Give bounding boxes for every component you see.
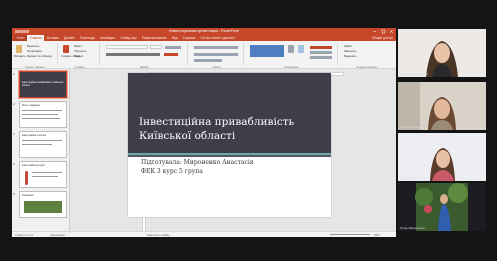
language-indicator[interactable]: украинский (50, 233, 65, 237)
cut-button[interactable]: Вырезать (27, 44, 39, 48)
participant-photo (398, 133, 486, 181)
font-size-select[interactable] (150, 45, 162, 49)
participant-name: Оксана Ковальчук (400, 125, 424, 129)
thumb-number: 5 (13, 192, 15, 196)
accent-stripe (128, 155, 331, 157)
thumb-title: Мета і завдання (22, 104, 40, 107)
zoom-slider[interactable] (330, 234, 370, 235)
find-button[interactable]: Найти (344, 44, 352, 48)
new-slide-icon[interactable] (63, 45, 69, 53)
layout-button[interactable]: Макет (74, 44, 82, 48)
quick-styles-icon[interactable] (298, 45, 304, 53)
shape-effects-button[interactable] (310, 56, 332, 59)
participant-photo (398, 82, 486, 130)
thumb-number: 1 (13, 72, 15, 76)
participant-video[interactable]: Мироненко Анастасія (398, 29, 486, 77)
zoom-level[interactable]: 93% (374, 233, 380, 237)
thumb-title: Інвестиційні ресурси (22, 164, 45, 167)
shape-outline-button[interactable] (310, 51, 332, 54)
format-painter-button[interactable]: Формат по образцу (27, 54, 52, 58)
meeting-window: Инвестиционная презентация - PowerPoint … (0, 0, 497, 261)
editing-group: Найти Заменить Выделить Редактирование (340, 43, 394, 69)
subtitle-line: ФЕК 3 курс 5 група (141, 168, 203, 175)
notes-button[interactable]: Заметки к слайду (147, 233, 170, 237)
slide-title[interactable]: Інвестиційна привабливість Київської обл… (139, 115, 324, 143)
window-controls (372, 28, 394, 35)
slide-thumbnails-pane: 1 Інвестиційна привабливість Київської о… (12, 69, 70, 231)
font-group: Шрифт (102, 43, 188, 69)
clipboard-group: Вставить Вырезать Копировать Формат по о… (13, 43, 58, 69)
font-color-icon[interactable] (164, 53, 178, 56)
participant-video[interactable]: Ірина Паламарчук (398, 133, 486, 181)
thumb-title: Інвестиційна політика (22, 134, 47, 137)
maximize-icon[interactable] (381, 28, 386, 35)
minimize-icon[interactable] (372, 28, 377, 35)
slides-group: Создать слайд Макет Сбросить Раздел Слай… (60, 43, 100, 69)
paragraph-group: Абзац (190, 43, 244, 69)
current-slide[interactable]: Інвестиційна привабливість Київської обл… (128, 73, 331, 217)
thermometer-icon (25, 171, 28, 185)
select-button[interactable]: Выделить (344, 54, 357, 58)
thumbnail-image (24, 201, 62, 213)
paste-label[interactable]: Вставить (14, 54, 26, 58)
shape-fill-button[interactable] (310, 46, 332, 49)
drawing-group: Рисование (246, 43, 338, 69)
bold-italic-underline-buttons[interactable] (106, 53, 160, 56)
thumb-title: Інвестиційна привабливість Київської обл… (22, 81, 64, 87)
slide-subtitle[interactable]: Підготувала: Мироненко Анастасія ФЕК 3 к… (141, 158, 254, 176)
replace-button[interactable]: Заменить (344, 49, 357, 53)
thumb-title: Показники (22, 194, 34, 197)
slide-thumbnail[interactable]: Інвестиційна політика (19, 131, 67, 158)
arrange-icon[interactable] (288, 45, 294, 53)
font-name-select[interactable] (106, 45, 148, 49)
title-bar: Инвестиционная презентация - PowerPoint (12, 28, 396, 35)
font-size-buttons[interactable] (165, 46, 181, 49)
slide-thumbnail[interactable]: Показники (19, 191, 67, 218)
copy-button[interactable]: Копировать (27, 49, 42, 53)
slide-thumbnail[interactable]: Інвестиційні ресурси (19, 161, 67, 188)
paste-icon[interactable] (16, 45, 22, 53)
participant-photo (398, 29, 486, 77)
slide-counter: Слайд 1 из 11 (15, 233, 34, 237)
slide-thumbnail[interactable]: Мета і завдання (19, 101, 67, 128)
participant-photo (398, 183, 486, 231)
status-bar: Слайд 1 из 11 украинский Заметки к слайд… (12, 231, 396, 237)
thumb-number: 2 (13, 102, 15, 106)
thumb-number: 4 (13, 162, 15, 166)
reset-button[interactable]: Сбросить (74, 49, 86, 53)
thumb-number: 3 (13, 132, 15, 136)
ribbon: Вставить Вырезать Копировать Формат по о… (12, 41, 396, 69)
shapes-gallery[interactable] (250, 45, 284, 57)
list-buttons[interactable] (194, 46, 238, 49)
window-title: Инвестиционная презентация - PowerPoint (169, 29, 239, 33)
close-icon[interactable] (389, 28, 394, 35)
participant-name: Ірина Паламарчук (400, 176, 424, 180)
subtitle-line: Підготувала: Мироненко Анастасія (141, 159, 254, 166)
text-direction-button[interactable] (194, 59, 222, 62)
participant-video[interactable]: Петро Маринченко (398, 183, 486, 231)
section-button[interactable]: Раздел (74, 54, 83, 58)
share-button[interactable]: Общий доступ (372, 36, 396, 40)
participant-video[interactable]: Оксана Ковальчук (398, 82, 486, 130)
participant-name: Мироненко Анастасія (400, 72, 428, 76)
slide-thumbnail[interactable]: Інвестиційна привабливість Київської обл… (18, 70, 68, 99)
participant-name: Петро Маринченко (400, 226, 425, 230)
align-buttons[interactable] (194, 53, 238, 56)
